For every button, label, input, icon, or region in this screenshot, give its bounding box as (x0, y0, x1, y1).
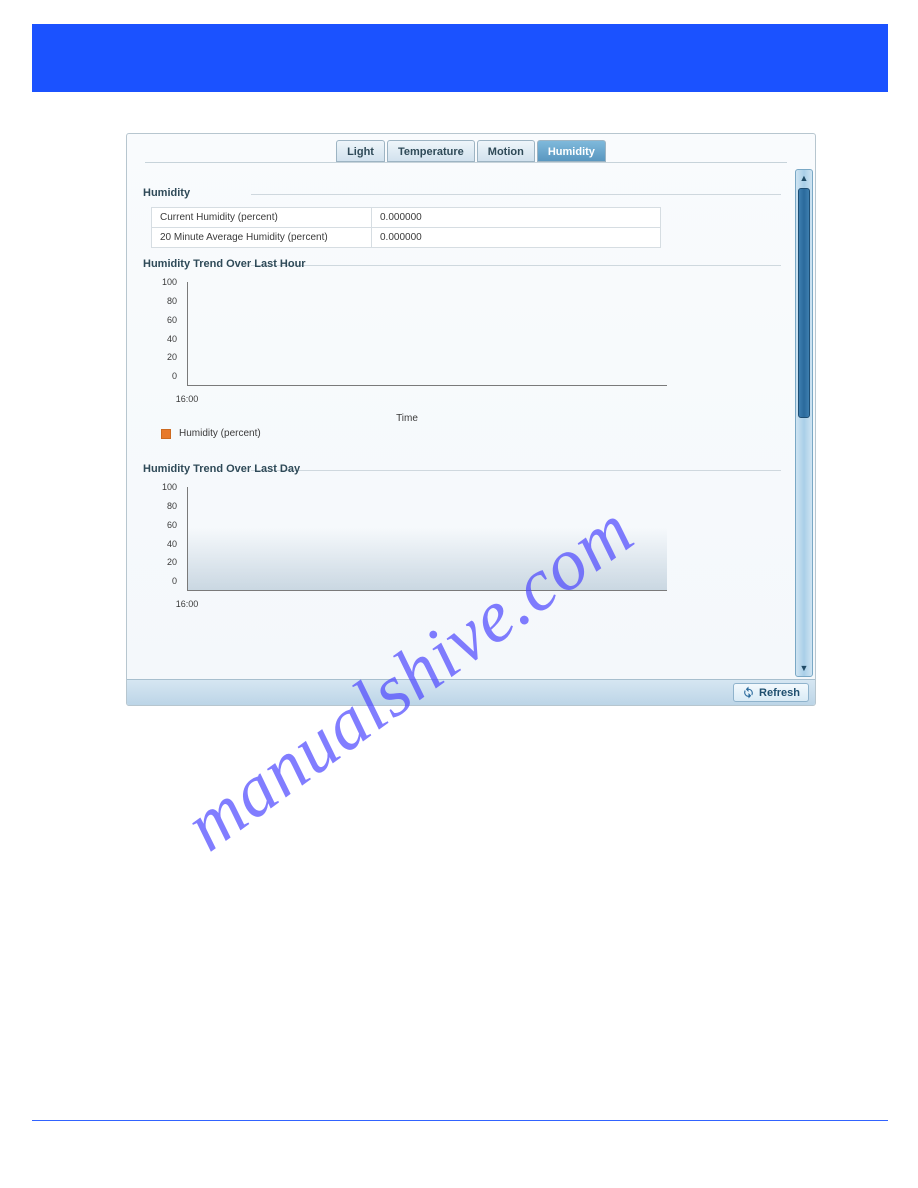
vertical-scrollbar[interactable]: ▲ ▼ (795, 169, 813, 677)
chart-legend: Humidity (percent) (161, 428, 781, 439)
y-tick: 40 (167, 539, 177, 549)
avg20-humidity-label: 20 Minute Average Humidity (percent) (152, 228, 372, 248)
table-row: Current Humidity (percent) 0.000000 (152, 208, 661, 228)
refresh-button[interactable]: Refresh (733, 683, 809, 702)
y-tick: 60 (167, 520, 177, 530)
tab-humidity[interactable]: Humidity (537, 140, 606, 162)
chart-humidity-hour: 100 80 60 40 20 0 16:00 Time (147, 278, 667, 408)
content-area: Humidity Current Humidity (percent) 0.00… (131, 169, 793, 677)
y-tick: 80 (167, 501, 177, 511)
chart-day-plot-area (187, 487, 667, 591)
document-footer-rule (32, 1120, 888, 1121)
chart-hour-y-axis: 100 80 60 40 20 0 (147, 278, 183, 388)
y-tick: 20 (167, 352, 177, 362)
y-tick: 100 (162, 482, 177, 492)
section-humidity-label: Humidity (143, 187, 196, 199)
y-tick: 20 (167, 557, 177, 567)
document-header-bar (32, 24, 888, 92)
scroll-thumb[interactable] (798, 188, 810, 418)
y-tick: 60 (167, 315, 177, 325)
legend-swatch-icon (161, 429, 171, 439)
y-tick: 0 (172, 576, 177, 586)
y-tick: 100 (162, 277, 177, 287)
scroll-up-arrow-icon[interactable]: ▲ (796, 170, 812, 186)
avg20-humidity-value: 0.000000 (372, 228, 661, 248)
tab-light[interactable]: Light (336, 140, 385, 162)
y-tick: 80 (167, 296, 177, 306)
tab-underline (145, 162, 787, 163)
x-tick: 16:00 (176, 599, 199, 609)
scroll-down-arrow-icon[interactable]: ▼ (796, 660, 812, 676)
chart-day-y-axis: 100 80 60 40 20 0 (147, 483, 183, 593)
current-humidity-label: Current Humidity (percent) (152, 208, 372, 228)
legend-series-label: Humidity (percent) (179, 428, 261, 439)
trend-hour-label: Humidity Trend Over Last Hour (143, 258, 312, 270)
tab-bar: Light Temperature Motion Humidity (127, 140, 815, 162)
trend-day-label: Humidity Trend Over Last Day (143, 463, 306, 475)
section-humidity-title: Humidity (143, 187, 781, 199)
y-tick: 0 (172, 371, 177, 381)
refresh-label: Refresh (759, 687, 800, 699)
section-trend-hour-title: Humidity Trend Over Last Hour (143, 258, 781, 270)
current-humidity-value: 0.000000 (372, 208, 661, 228)
chart-humidity-day: 100 80 60 40 20 0 16:00 (147, 483, 667, 613)
chart-hour-plot-area (187, 282, 667, 386)
y-tick: 40 (167, 334, 177, 344)
humidity-panel: Light Temperature Motion Humidity Humidi… (126, 133, 816, 706)
x-tick: 16:00 (176, 394, 199, 404)
x-axis-label: Time (396, 413, 418, 424)
tab-temperature[interactable]: Temperature (387, 140, 475, 162)
humidity-readings-table: Current Humidity (percent) 0.000000 20 M… (151, 207, 661, 248)
table-row: 20 Minute Average Humidity (percent) 0.0… (152, 228, 661, 248)
refresh-icon (742, 686, 755, 699)
bottom-toolbar: Refresh (127, 679, 815, 705)
tab-motion[interactable]: Motion (477, 140, 535, 162)
section-trend-day-title: Humidity Trend Over Last Day (143, 463, 781, 475)
